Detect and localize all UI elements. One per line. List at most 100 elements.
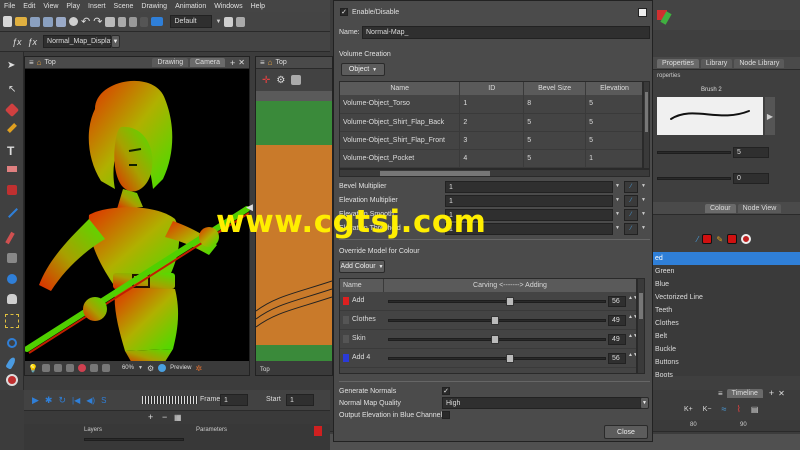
save-icon[interactable] bbox=[30, 16, 40, 27]
stepper-icon[interactable]: ▲▼ bbox=[628, 352, 636, 358]
reset-view-icon[interactable] bbox=[89, 364, 98, 372]
menu-item-help[interactable]: Help bbox=[247, 3, 269, 10]
colour-list-item[interactable]: Boots bbox=[653, 369, 800, 382]
param-menu-icon[interactable]: ▼ bbox=[641, 197, 646, 203]
fps-slider[interactable] bbox=[142, 396, 198, 404]
table-cell[interactable]: 1 bbox=[459, 95, 525, 114]
brush-size-field[interactable]: 5 bbox=[733, 147, 769, 158]
menu-item-drawing[interactable]: Drawing bbox=[137, 3, 171, 10]
quality-select[interactable]: High bbox=[442, 397, 642, 409]
remove-keyframe-icon[interactable]: K− bbox=[703, 406, 712, 413]
function-select-icon[interactable]: ƒx bbox=[28, 37, 38, 47]
zoom-level[interactable]: 60% bbox=[122, 365, 134, 371]
timeline-close-icon[interactable]: ✕ bbox=[778, 389, 785, 398]
object-dropdown-button[interactable]: Object ▼ bbox=[341, 63, 385, 76]
colour-row[interactable]: Add 4 56 ▲▼ bbox=[340, 349, 636, 368]
carving-value-field[interactable]: 56 bbox=[608, 353, 626, 364]
blue-channel-checkbox[interactable] bbox=[442, 411, 450, 419]
new-file-icon[interactable] bbox=[3, 16, 12, 27]
morph-tool-icon[interactable] bbox=[7, 274, 17, 284]
param-dropdown-icon[interactable]: ▼ bbox=[615, 183, 620, 189]
display-dropdown-button[interactable]: ▼ bbox=[111, 35, 121, 48]
stepper-icon[interactable]: ▲▼ bbox=[628, 295, 636, 301]
colour-list-item[interactable]: Belt bbox=[653, 330, 800, 343]
timeline-zoom-slider[interactable] bbox=[84, 438, 184, 441]
menu-icon[interactable]: ≡ bbox=[260, 58, 265, 67]
transform-tool-icon[interactable] bbox=[5, 314, 19, 328]
redo-icon[interactable]: ↷ bbox=[93, 15, 102, 28]
clone-icon[interactable] bbox=[140, 16, 149, 27]
colour-list-item[interactable]: Clothes bbox=[653, 317, 800, 330]
colour-list-item[interactable]: Buckle bbox=[653, 343, 800, 356]
ease-icon[interactable]: ⌇ bbox=[736, 404, 740, 415]
table-row[interactable]: Volume-Object_Pocket 4 5 1 bbox=[340, 149, 642, 168]
function-link-icon[interactable]: ⁄ bbox=[624, 209, 638, 221]
link-icon[interactable] bbox=[118, 16, 127, 27]
column-header-id[interactable]: ID bbox=[459, 82, 525, 95]
tab-node-view[interactable]: Node View bbox=[737, 203, 782, 213]
menu-item-scene[interactable]: Scene bbox=[110, 3, 138, 10]
menu-item-file[interactable]: File bbox=[0, 3, 19, 10]
color-swatch-button[interactable] bbox=[638, 8, 647, 17]
rotate-tool-icon[interactable] bbox=[7, 338, 17, 348]
table-cell[interactable]: 8 bbox=[523, 95, 587, 114]
feather-tool-icon[interactable] bbox=[5, 356, 17, 370]
first-frame-icon[interactable]: |◀ bbox=[72, 396, 80, 405]
play-selection-icon[interactable]: ✱ bbox=[45, 395, 53, 406]
paint-tool-icon[interactable] bbox=[7, 185, 17, 195]
table-row[interactable]: Volume-Object_Torso 1 8 5 bbox=[340, 95, 642, 114]
timeline-add-icon[interactable]: + bbox=[769, 388, 774, 398]
colour-list-item[interactable]: Blue bbox=[653, 278, 800, 291]
record-tool-icon[interactable] bbox=[6, 374, 18, 386]
carving-value-field[interactable]: 49 bbox=[608, 315, 626, 326]
function-link-icon[interactable]: ⁄ bbox=[624, 223, 638, 235]
function-link-icon[interactable]: ⁄ bbox=[624, 195, 638, 207]
select-tool-icon[interactable]: ➤ bbox=[7, 60, 15, 71]
table-cell[interactable]: 5 bbox=[523, 149, 587, 168]
name-field[interactable]: Normal-Map_ bbox=[362, 26, 650, 39]
picker-icon[interactable]: ⁄ bbox=[697, 235, 698, 244]
light-icon[interactable]: 💡 bbox=[28, 364, 38, 373]
tab-drawing[interactable]: Drawing bbox=[152, 58, 189, 67]
enable-checkbox[interactable]: ✓ bbox=[340, 8, 348, 16]
table-cell[interactable]: Volume-Object_Shirt_Flap_Front bbox=[340, 131, 461, 150]
add-layer-icon[interactable]: + bbox=[148, 412, 153, 422]
table-cell[interactable]: Volume-Object_Torso bbox=[340, 95, 461, 114]
scrub-icon[interactable]: S bbox=[101, 396, 106, 405]
colour-list-item[interactable]: Green bbox=[653, 265, 800, 278]
undo-icon[interactable]: ↶ bbox=[81, 15, 90, 28]
render-icon[interactable] bbox=[151, 17, 164, 26]
tab-node-library[interactable]: Node Library bbox=[734, 58, 785, 68]
table-cell[interactable]: Volume-Object_Shirt_Flap_Back bbox=[340, 113, 461, 132]
frame-field[interactable]: 1 bbox=[220, 394, 248, 406]
carving-value-field[interactable]: 49 bbox=[608, 334, 626, 345]
function-link-icon[interactable]: ⁄ bbox=[624, 181, 638, 193]
palette-icon[interactable] bbox=[741, 234, 752, 244]
colour-list-item[interactable]: Buttons bbox=[653, 356, 800, 369]
table-cell[interactable]: 4 bbox=[459, 149, 525, 168]
render-settings-icon[interactable]: ⚙ bbox=[147, 364, 154, 373]
add-keyframe-icon[interactable]: K+ bbox=[684, 406, 693, 413]
brush-colour-icon[interactable]: ✎ bbox=[716, 235, 723, 244]
zoom-dropdown-icon[interactable]: ▼ bbox=[138, 365, 143, 371]
carving-slider-track[interactable] bbox=[388, 357, 606, 360]
close-button[interactable]: Close bbox=[604, 425, 648, 439]
preview-mode-icon[interactable]: ✲ bbox=[195, 364, 202, 373]
eraser-tool-icon[interactable] bbox=[7, 166, 17, 172]
cutter-tool-icon[interactable] bbox=[7, 253, 17, 263]
brush-next-button[interactable]: ▶ bbox=[765, 97, 775, 135]
table-cell[interactable]: 5 bbox=[523, 113, 587, 132]
preview-label[interactable]: Preview bbox=[170, 365, 191, 371]
menu-item-insert[interactable]: Insert bbox=[84, 3, 110, 10]
home-icon[interactable]: ⌂ bbox=[268, 58, 273, 67]
colour-header-range[interactable]: Carving <-------> Adding bbox=[384, 279, 636, 292]
colour-row[interactable]: Skin 49 ▲▼ bbox=[340, 330, 636, 349]
column-header-name[interactable]: Name bbox=[340, 82, 461, 95]
safe-area-icon[interactable] bbox=[53, 364, 62, 372]
tab-colour[interactable]: Colour bbox=[705, 203, 736, 213]
colour-header-name[interactable]: Name bbox=[340, 279, 384, 292]
carving-slider-knob[interactable] bbox=[491, 316, 499, 325]
settings-icon[interactable]: ⚙ bbox=[276, 75, 285, 86]
contour-editor-icon[interactable]: ↖ bbox=[8, 84, 16, 95]
node-icon[interactable] bbox=[105, 16, 116, 27]
